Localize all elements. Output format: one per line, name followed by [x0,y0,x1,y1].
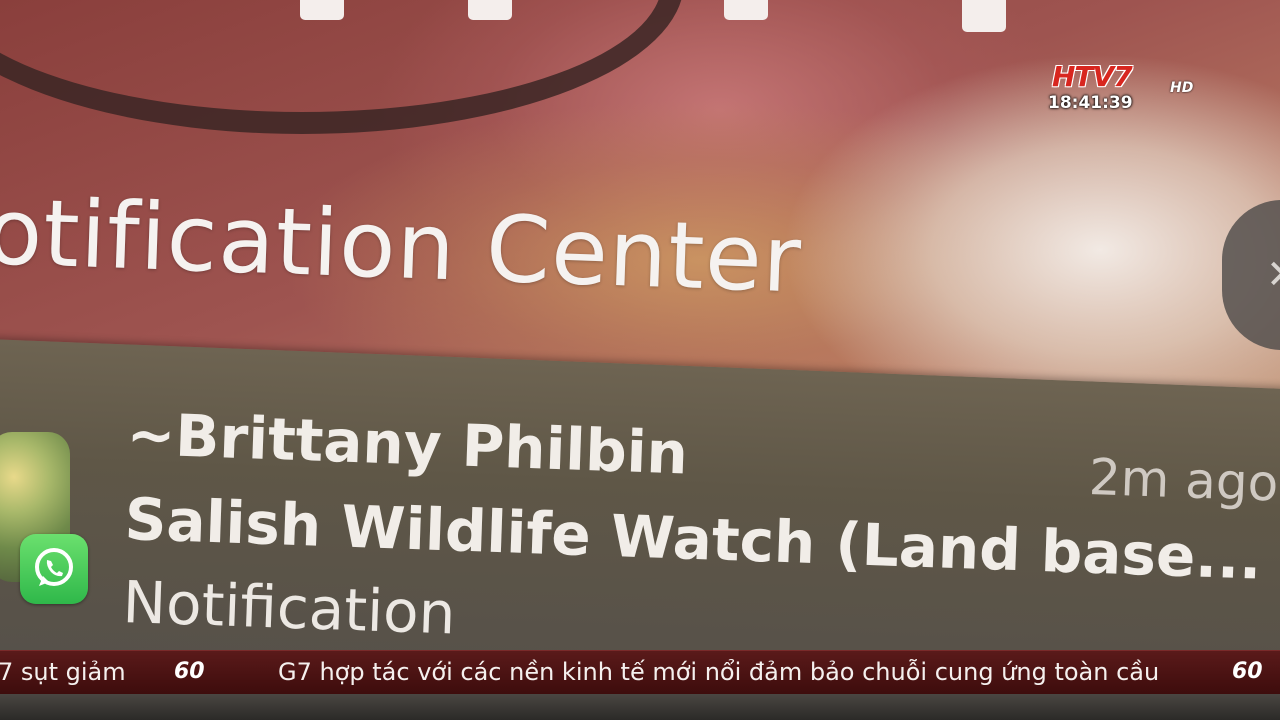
channel-logo-hd: HD [1170,80,1194,96]
top-bar-segment [300,0,344,20]
close-icon: ✕ [1266,252,1280,298]
notification-body: Notification [121,568,457,648]
top-bar-segment [724,0,768,20]
broadcast-clock: 18:41:39 [1048,93,1133,113]
notification-center-title: otification Center [0,178,804,314]
news-ticker: 7 sụt giảm 60 G7 hợp tác với các nền kin… [0,650,1280,695]
ticker-fragment: 7 sụt giảm [0,658,126,686]
channel-logo-text: HTV7 [1052,60,1133,93]
top-bar-segment [468,0,512,20]
whatsapp-icon [20,534,88,604]
channel-logo: HTV7 HD [1046,60,1196,96]
ticker-headline: G7 hợp tác với các nền kinh tế mới nổi đ… [278,658,1160,686]
close-button[interactable]: ✕ [1222,200,1280,350]
video-frame: HTV7 HD 18:41:39 otification Center ✕ ~B… [0,0,1280,720]
notification-time: 2m ago [1087,448,1280,513]
ticker-separator-logo: 60 [174,659,205,684]
bottom-strip [0,694,1280,720]
decorative-ring [0,0,684,134]
top-bar-segment [962,0,1006,32]
ticker-separator-logo: 60 [1232,659,1263,684]
